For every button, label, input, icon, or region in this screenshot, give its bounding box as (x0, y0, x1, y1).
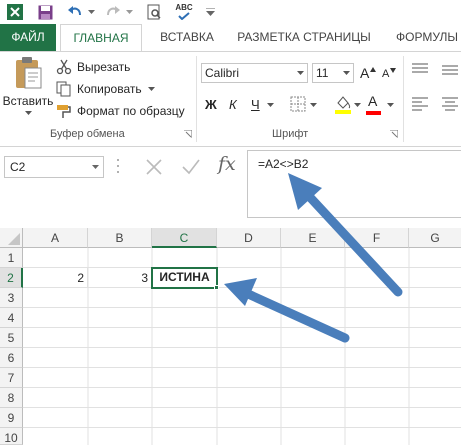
arrow-to-formula (288, 173, 403, 297)
arrow-to-cell (224, 278, 350, 343)
annotation-arrows (224, 173, 403, 343)
